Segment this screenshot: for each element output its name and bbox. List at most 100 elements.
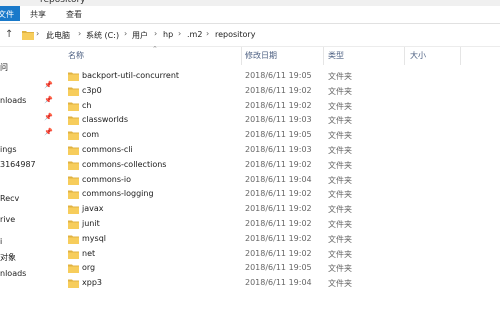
file-row[interactable]: commons-logging 2018/6/11 19:02 文件夹 (60, 187, 500, 202)
file-row[interactable]: com 2018/6/11 19:05 文件夹 (60, 128, 500, 143)
file-date: 2018/6/11 19:02 (245, 85, 312, 95)
sidebar-item[interactable]: 问 (0, 62, 8, 73)
tab-share[interactable]: 共享 (30, 9, 46, 20)
folder-icon (68, 264, 79, 274)
file-row[interactable]: xpp3 2018/6/11 19:04 文件夹 (60, 276, 500, 291)
file-name[interactable]: ch (82, 101, 91, 110)
file-name[interactable]: net (82, 249, 95, 258)
folder-icon (68, 72, 79, 81)
file-date: 2018/6/11 19:05 (245, 130, 312, 140)
file-name[interactable]: commons-logging (82, 189, 154, 198)
file-row[interactable]: c3p0 2018/6/11 19:02 文件夹 (60, 84, 500, 99)
breadcrumb-this-pc[interactable]: 此电脑 (46, 30, 70, 41)
breadcrumb-separator-icon: › (78, 29, 82, 38)
breadcrumb-repository[interactable]: repository (215, 30, 255, 39)
sort-chevron-up-icon[interactable]: ⌃ (152, 45, 158, 53)
up-arrow-icon[interactable]: ↑ (5, 29, 13, 40)
pin-icon[interactable]: 📌 (44, 81, 53, 89)
file-name[interactable]: xpp3 (82, 278, 102, 287)
file-row[interactable]: mysql 2018/6/11 19:02 文件夹 (60, 232, 500, 247)
file-name[interactable]: commons-io (82, 175, 131, 184)
file-name[interactable]: commons-cli (82, 145, 133, 154)
file-type: 文件夹 (328, 279, 352, 289)
file-name[interactable]: org (82, 263, 95, 272)
file-row[interactable]: javax 2018/6/11 19:02 文件夹 (60, 202, 500, 217)
file-row[interactable]: commons-collections 2018/6/11 19:02 文件夹 (60, 158, 500, 173)
breadcrumb-separator-icon: › (124, 29, 128, 38)
sidebar-item-i[interactable]: i (0, 237, 2, 246)
file-type: 文件夹 (328, 205, 352, 215)
file-name[interactable]: mysql (82, 234, 106, 243)
sidebar-item-number[interactable]: 3164987 (0, 160, 36, 169)
file-type: 文件夹 (328, 249, 352, 259)
column-divider[interactable] (404, 47, 405, 65)
file-row[interactable]: commons-cli 2018/6/11 19:03 文件夹 (60, 143, 500, 158)
file-row[interactable]: net 2018/6/11 19:02 文件夹 (60, 247, 500, 262)
ribbon: 文件 共享 查看 (0, 6, 500, 24)
file-type: 文件夹 (328, 101, 352, 111)
pin-icon[interactable]: 📌 (44, 96, 53, 104)
file-name[interactable]: c3p0 (82, 86, 102, 95)
column-divider[interactable] (323, 47, 324, 65)
breadcrumb-hp[interactable]: hp (163, 30, 173, 39)
file-type: 文件夹 (328, 220, 352, 229)
file-date: 2018/6/11 19:02 (245, 204, 312, 214)
column-header-size[interactable]: 大小 (410, 50, 426, 64)
file-name[interactable]: classworlds (82, 115, 128, 124)
folder-icon (68, 87, 79, 96)
file-row[interactable]: classworlds 2018/6/11 19:03 文件夹 (60, 113, 500, 128)
file-row[interactable]: ch 2018/6/11 19:02 文件夹 (60, 99, 500, 114)
sidebar-item-settings[interactable]: ings (0, 145, 17, 154)
folder-icon (68, 220, 79, 229)
file-name[interactable]: backport-util-concurrent (82, 71, 179, 80)
sidebar-item-drive[interactable]: rive (0, 215, 15, 224)
folder-icon (68, 131, 79, 141)
file-name[interactable]: commons-collections (82, 160, 166, 169)
file-row[interactable]: backport-util-concurrent 2018/6/11 19:05 文… (60, 69, 500, 84)
file-row[interactable]: junit 2018/6/11 19:02 文件夹 (60, 217, 500, 232)
breadcrumb-separator-icon: › (178, 29, 182, 38)
file-type: 文件夹 (328, 72, 352, 81)
file-date: 2018/6/11 19:05 (245, 263, 312, 273)
column-divider[interactable] (241, 47, 242, 65)
file-type: 文件夹 (328, 146, 352, 155)
file-date: 2018/6/11 19:04 (245, 174, 312, 184)
sidebar-item-downloads-2[interactable]: nloads (0, 269, 26, 278)
file-row[interactable]: commons-io 2018/6/11 19:04 文件夹 (60, 173, 500, 188)
pin-icon[interactable]: 📌 (44, 128, 53, 136)
breadcrumb-users[interactable]: 用户 (132, 30, 148, 41)
folder-icon (68, 102, 79, 111)
tab-file[interactable]: 文件 (0, 6, 20, 21)
pin-icon[interactable]: 📌 (44, 113, 53, 121)
file-date: 2018/6/11 19:02 (245, 248, 312, 258)
file-name[interactable]: junit (82, 219, 100, 228)
file-date: 2018/6/11 19:02 (245, 233, 312, 243)
breadcrumb-separator-icon: › (36, 29, 40, 38)
column-header-type[interactable]: 类型 (328, 50, 344, 64)
breadcrumb-system-c[interactable]: 系统 (C:) (86, 30, 119, 41)
file-date: 2018/6/11 19:02 (245, 159, 312, 169)
folder-icon (68, 190, 79, 200)
sidebar-item-recv[interactable]: Recv (0, 194, 19, 203)
file-type: 文件夹 (328, 131, 352, 141)
column-divider[interactable] (460, 47, 461, 65)
file-name[interactable]: javax (82, 204, 104, 213)
breadcrumb-m2[interactable]: .m2 (187, 30, 202, 39)
column-header-date[interactable]: 修改日期 (245, 50, 277, 64)
address-bar[interactable]: ↑ › 此电脑 › 系统 (C:) › 用户 › hp › .m2 › repo… (0, 24, 500, 47)
file-type: 文件夹 (328, 190, 352, 200)
folder-icon (68, 146, 79, 155)
sidebar-item-3d-objects[interactable]: 对象 (0, 252, 16, 263)
column-header-name[interactable]: 名称 (68, 50, 84, 64)
folder-icon (68, 161, 79, 170)
folder-icon (68, 279, 79, 289)
file-type: 文件夹 (328, 160, 352, 170)
folder-icon (68, 116, 79, 126)
file-row[interactable]: org 2018/6/11 19:05 文件夹 (60, 261, 500, 276)
file-date: 2018/6/11 19:04 (245, 278, 312, 288)
tab-view[interactable]: 查看 (66, 9, 82, 20)
folder-icon (68, 176, 79, 185)
file-date: 2018/6/11 19:02 (245, 219, 312, 228)
sidebar-item-downloads[interactable]: nloads (0, 96, 26, 105)
file-name[interactable]: com (82, 130, 99, 139)
